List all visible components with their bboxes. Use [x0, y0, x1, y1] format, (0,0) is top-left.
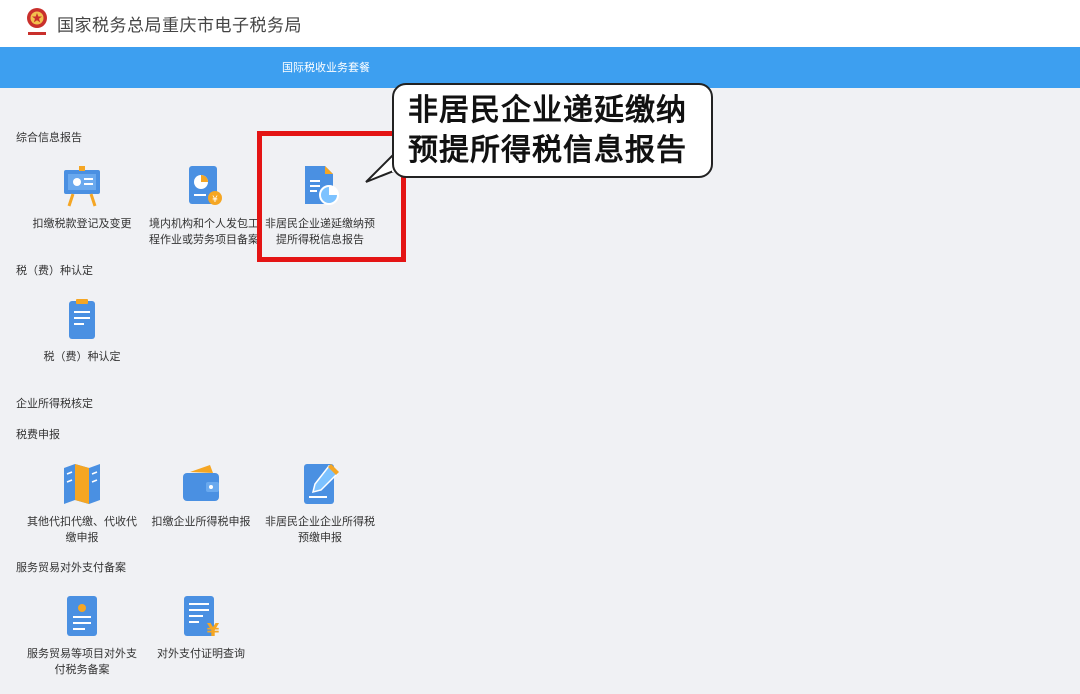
callout-line-1: 非居民企业递延缴纳	[408, 93, 687, 128]
section-title-tax-filing: 税费申报	[16, 428, 60, 441]
svg-text:¥: ¥	[212, 195, 218, 205]
site-title: 国家税务总局重庆市电子税务局	[57, 16, 302, 36]
tile-label: 境内机构和个人发包工程作业或劳务项目备案	[149, 217, 259, 246]
tile-label: 对外支付证明查询	[157, 647, 245, 660]
section-title-cit-assessment: 企业所得税核定	[16, 397, 93, 410]
callout-bubble: 非居民企业递延缴纳 预提所得税信息报告	[392, 83, 713, 178]
tile-nonresident-deferred-withholding-report[interactable]: 非居民企业递延缴纳预提所得税信息报告	[260, 164, 380, 248]
svg-text:¥: ¥	[207, 620, 220, 638]
tile-tax-type-determination[interactable]: 税（费）种认定	[22, 297, 142, 365]
tile-engineering-project-filing[interactable]: ¥ 境内机构和个人发包工程作业或劳务项目备案	[144, 164, 264, 248]
top-navbar: 国际税收业务套餐	[0, 47, 1080, 88]
clipboard-icon	[69, 299, 95, 339]
tile-other-withholding-filing[interactable]: 其他代扣代缴、代收代缴申报	[22, 462, 142, 546]
tile-label: 服务贸易等项目对外支付税务备案	[27, 647, 137, 676]
section-title-service-trade: 服务贸易对外支付备案	[16, 561, 126, 574]
tile-external-payment-certificate-query[interactable]: ¥ 对外支付证明查询	[141, 594, 261, 662]
tax-emblem-icon	[27, 8, 47, 35]
tile-label: 扣缴税款登记及变更	[32, 217, 132, 230]
presentation-board-icon	[64, 166, 100, 207]
tile-withholding-registration[interactable]: 扣缴税款登记及变更	[22, 164, 142, 232]
header: 国家税务总局重庆市电子税务局	[0, 0, 1080, 47]
tile-label: 非居民企业企业所得税预缴申报	[265, 515, 375, 544]
tile-withholding-cit-filing[interactable]: 扣缴企业所得税申报	[141, 462, 261, 530]
tile-label: 扣缴企业所得税申报	[151, 515, 251, 528]
edit-document-icon	[304, 464, 339, 504]
callout-line-2: 预提所得税信息报告	[408, 133, 687, 168]
section-title-tax-type: 税（费）种认定	[16, 264, 93, 277]
yuan-document-icon: ¥	[184, 596, 220, 638]
tile-label: 税（费）种认定	[43, 350, 121, 363]
wallet-icon	[183, 465, 219, 501]
nav-item-international-tax[interactable]: 国际税收业务套餐	[282, 59, 370, 75]
document-pie-chart-icon: ¥	[189, 166, 222, 205]
tile-nonresident-cit-prepayment-filing[interactable]: 非居民企业企业所得税预缴申报	[260, 462, 380, 546]
id-document-icon	[67, 596, 97, 636]
section-title-info-report: 综合信息报告	[16, 131, 82, 144]
folded-map-icon	[64, 464, 100, 504]
tile-label: 非居民企业递延缴纳预提所得税信息报告	[265, 217, 375, 246]
tile-label: 其他代扣代缴、代收代缴申报	[27, 515, 137, 544]
tile-service-trade-payment-filing[interactable]: 服务贸易等项目对外支付税务备案	[22, 594, 142, 678]
document-chart-icon	[305, 166, 339, 205]
